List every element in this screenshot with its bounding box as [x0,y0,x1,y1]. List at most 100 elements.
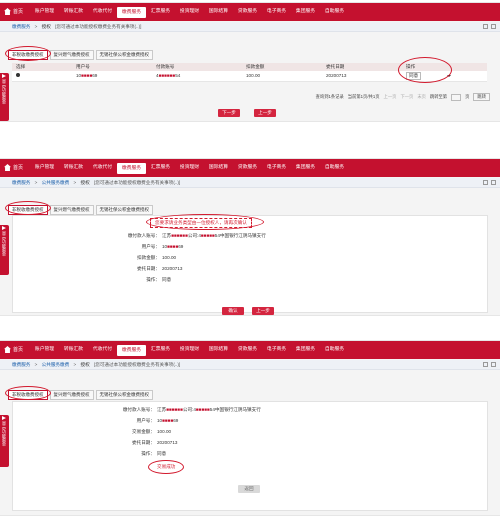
menu-item[interactable]: 集团服务 [291,159,320,177]
confirm-form: 缴付款人账号： 江苏■■■■■■公司:4■■■■■54中国银行江阴马镇支行 用户… [0,233,500,293]
breadcrumb-home[interactable]: 缴费服务 [12,180,30,185]
form-row-date: 委托日期： 20200713 [0,440,500,448]
masked-text: ■■■■■■ [171,233,188,238]
field-value: 10■■■■69 [162,244,183,249]
close-icon[interactable] [491,362,496,367]
menu-item[interactable]: 自助服务 [320,341,349,359]
breadcrumb-bar: 缴费服务 > 公共服务缴费 > 授权 [您可通过本功能授权缴费业务有关事项(..… [0,360,500,370]
menu-item[interactable]: 自助服务 [320,159,349,177]
menu-item-active[interactable]: 缴费服务 [117,7,146,18]
breadcrumb-separator: > [73,180,77,185]
highlight-ring-tab [5,46,51,61]
next-step-button[interactable]: 下一步 [218,109,240,117]
home-link[interactable]: 首页 [4,164,23,171]
window-controls [483,24,496,29]
col-amount: 扣款金额 [242,63,322,71]
maximize-icon[interactable] [483,24,488,29]
screen-result: 首页 账户管理 转账汇款 代收代付 缴费服务 汇票服务 投资理财 国际结算 贷款… [0,340,500,516]
menu-item[interactable]: 电子商务 [262,3,291,21]
page-input[interactable] [451,93,462,101]
page-indicator: 当前第1页/共1页 [347,94,380,99]
tab-social-security-authorization[interactable]: 无锡社保公积金缴费授权 [95,205,153,215]
breadcrumb-section[interactable]: 公共服务缴费 [42,180,70,185]
page-suffix: 页 [465,94,470,99]
next-page-link[interactable]: 下一页 [400,94,413,100]
home-link[interactable]: 首页 [4,8,23,15]
screen-confirm: 首页 账户管理 转账汇款 代收代付 缴费服务 汇票服务 投资理财 国际结算 贷款… [0,158,500,316]
field-label: 操作： [146,277,160,282]
breadcrumb-separator: > [34,24,38,29]
back-button[interactable]: 返回 [238,485,260,493]
menu-item[interactable]: 汇票服务 [146,3,175,21]
field-value: 同意 [162,277,172,282]
maximize-icon[interactable] [483,362,488,367]
field-label: 操作： [141,451,155,456]
close-icon[interactable] [491,24,496,29]
side-menu-toggle[interactable]: 显示功能菜单 [0,73,9,121]
menu-item[interactable]: 汇票服务 [146,159,175,177]
close-icon[interactable] [491,180,496,185]
result-form: 缴付款人账号： 江苏■■■■■■公司:4■■■■■54中国银行江阴马镇支行 用户… [0,407,500,477]
highlight-ring-action [398,57,452,83]
breadcrumb-home[interactable]: 缴费服务 [12,362,30,367]
tab-social-security-authorization[interactable]: 无锡社保公积金缴费授权 [95,390,153,400]
screen-authorization-list: 首页 账户管理 转账汇款 代收代付 缴费服务 汇票服务 投资理财 国际结算 贷款… [0,2,500,122]
menu-item[interactable]: 转账汇款 [59,3,88,21]
menu-item[interactable]: 代收代付 [88,341,117,359]
menu-item[interactable]: 电子商务 [262,159,291,177]
prev-step-button[interactable]: 上一步 [252,307,274,315]
prev-page-link[interactable]: 上一页 [384,94,397,100]
cell-amount: 100.00 [242,71,322,82]
menu-item[interactable]: 代收代付 [88,159,117,177]
menu-item[interactable]: 国际结算 [204,159,233,177]
menu-item[interactable]: 汇票服务 [146,341,175,359]
jump-button[interactable]: 跳转 [473,93,490,101]
menu-item[interactable]: 转账汇款 [59,341,88,359]
menu-item-active[interactable]: 缴费服务 [117,345,146,356]
breadcrumb-home[interactable]: 缴费服务 [12,24,30,29]
menu-item[interactable]: 账户管理 [30,341,59,359]
tab-social-security-authorization[interactable]: 无锡社保公积金缴费授权 [95,50,153,60]
menu-item[interactable]: 贷款服务 [233,159,262,177]
menu-item[interactable]: 代收代付 [88,3,117,21]
menu-item[interactable]: 国际结算 [204,341,233,359]
field-value: 江苏■■■■■■公司:4■■■■■54中国银行江阴马镇支行 [157,407,261,413]
home-link[interactable]: 首页 [4,346,23,353]
tab-gas-authorization[interactable]: 复兴燃气缴费授权 [49,50,94,60]
menu-item-active[interactable]: 缴费服务 [117,163,146,174]
breadcrumb-section[interactable]: 公共服务缴费 [42,362,70,367]
menu-item[interactable]: 集团服务 [291,3,320,21]
breadcrumb-page: 授权 [80,180,90,185]
breadcrumb-page: 授权 [41,24,51,29]
menu-item[interactable]: 贷款服务 [233,341,262,359]
menu-item[interactable]: 转账汇款 [59,159,88,177]
menu-item[interactable]: 投资理财 [175,3,204,21]
menu-item[interactable]: 国际结算 [204,3,233,21]
field-label: 委托日期： [137,266,160,271]
last-page-link[interactable]: 末页 [417,94,426,100]
menu-item[interactable]: 投资理财 [175,159,204,177]
form-row-action: 操作： 同意 [0,451,500,459]
top-nav-bar: 首页 账户管理 转账汇款 代收代付 缴费服务 汇票服务 投资理财 国际结算 贷款… [0,3,500,21]
menu-item[interactable]: 账户管理 [30,3,59,21]
tab-gas-authorization[interactable]: 复兴燃气缴费授权 [49,390,94,400]
col-select: 选择 [12,63,72,71]
menu-item[interactable]: 贷款服务 [233,3,262,21]
tab-gas-authorization[interactable]: 复兴燃气缴费授权 [49,205,94,215]
breadcrumb-page: 授权 [80,362,90,367]
menu-item[interactable]: 账户管理 [30,159,59,177]
row-radio[interactable] [16,73,20,78]
field-value: 20200713 [157,440,178,445]
menu-item[interactable]: 投资理财 [175,341,204,359]
jump-label: 跳转至第 [429,94,448,99]
masked-text: ■■■■ [162,418,174,423]
menu-item[interactable]: 集团服务 [291,341,320,359]
breadcrumb-bar: 缴费服务 > 授权 [您可通过本功能授权缴费业务有关事项(..)] [0,22,500,32]
maximize-icon[interactable] [483,180,488,185]
prev-step-button[interactable]: 上一步 [254,109,276,117]
menu-item[interactable]: 自助服务 [320,3,349,21]
confirm-button[interactable]: 确认 [222,307,244,315]
cell-select[interactable] [12,71,72,82]
form-row-action: 操作： 同意 [0,277,500,285]
menu-item[interactable]: 电子商务 [262,341,291,359]
